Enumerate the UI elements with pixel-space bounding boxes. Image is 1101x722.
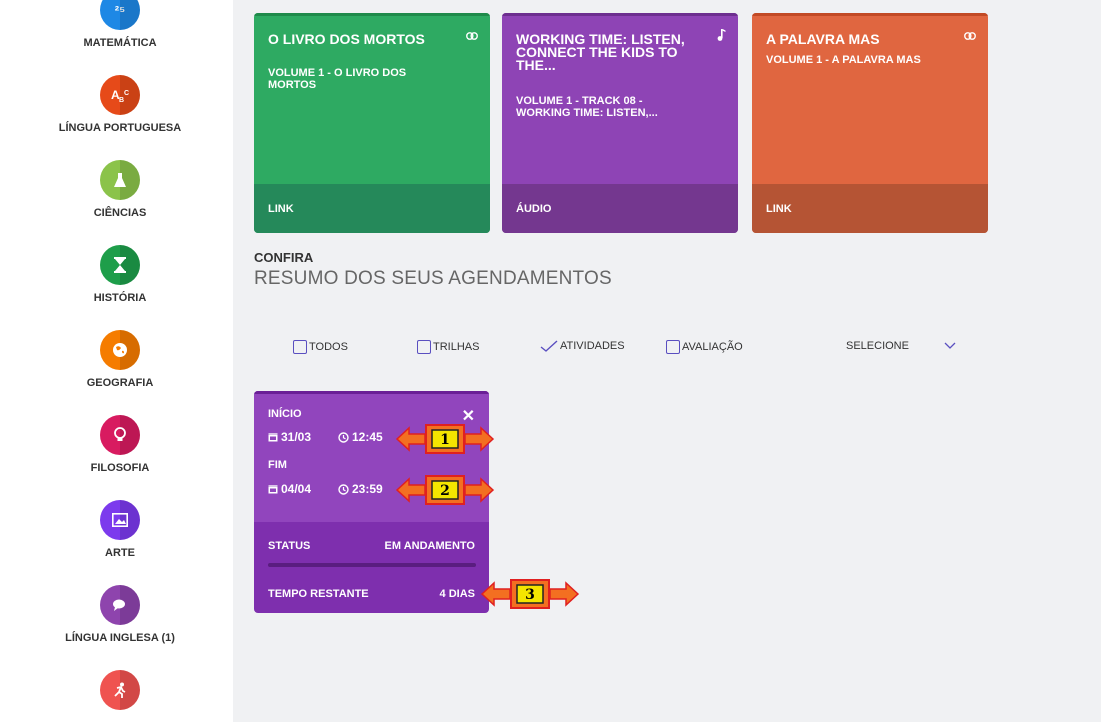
lightbulb-icon[interactable] xyxy=(100,415,140,455)
card-title: WORKING TIME: LISTEN, CONNECT THE KIDS T… xyxy=(516,31,685,73)
filter-todos[interactable]: TODOS xyxy=(293,340,348,354)
checkbox-todos[interactable] xyxy=(293,340,307,354)
checkbox-avaliacao[interactable] xyxy=(666,340,680,354)
sidebar-subject-4[interactable]: GEOGRAFIA xyxy=(7,330,233,389)
card-top-line xyxy=(254,13,490,16)
clock-icon xyxy=(338,483,349,495)
link-icon xyxy=(466,29,478,43)
card-top-line xyxy=(752,13,988,16)
card-subtitle: VOLUME 1 - O LIVRO DOS MORTOS xyxy=(268,67,407,91)
numbers-icon[interactable]: ²⁵ xyxy=(100,0,140,30)
checkbox-trilhas[interactable] xyxy=(417,340,431,354)
filter-trilhas[interactable]: TRILHAS xyxy=(417,340,479,354)
sidebar-subject-6[interactable]: ARTE xyxy=(7,500,233,559)
letters-icon[interactable]: ABC xyxy=(100,75,140,115)
section-kicker: CONFIRA xyxy=(254,250,314,265)
remaining-value: 4 DIAS xyxy=(439,588,475,600)
sidebar-subject-0[interactable]: ²⁵ MATEMÁTICA xyxy=(7,0,233,49)
section-title: RESUMO DOS SEUS AGENDAMENTOS xyxy=(254,268,612,289)
start-time: 12:45 xyxy=(338,430,383,444)
card-title: O LIVRO DOS MORTOS xyxy=(268,31,425,47)
card-subtitle: VOLUME 1 - A PALAVRA MAS xyxy=(766,54,921,66)
filter-trilhas-label: TRILHAS xyxy=(433,341,480,353)
left-margin xyxy=(0,0,7,722)
svg-text:B: B xyxy=(119,97,124,103)
end-label: FIM xyxy=(268,459,287,471)
start-time-value: 12:45 xyxy=(352,430,383,444)
sidebar-subject-label: LÍNGUA PORTUGUESA xyxy=(58,122,182,134)
card-top-line xyxy=(502,13,738,16)
status-progress-bar xyxy=(268,563,476,567)
start-date-value: 31/03 xyxy=(281,430,312,444)
svg-text:C: C xyxy=(124,90,129,97)
flask-icon[interactable] xyxy=(100,160,140,200)
chevron-down-icon xyxy=(944,342,956,350)
sidebar-subject-3[interactable]: HISTÓRIA xyxy=(7,245,233,304)
select-label: SELECIONE xyxy=(846,340,909,352)
sidebar-subject-label: GEOGRAFIA xyxy=(86,377,154,389)
content-card-a-palavra-mas[interactable]: A PALAVRA MAS VOLUME 1 - A PALAVRA MAS L… xyxy=(752,13,988,233)
card-type: LINK xyxy=(752,184,988,233)
chat-bubbles-icon[interactable] xyxy=(100,585,140,625)
card-type: ÁUDIO xyxy=(502,184,738,233)
sidebar-subject-1[interactable]: A B C LÍNGUA PORTUGUESA xyxy=(7,75,233,134)
checkmark-icon[interactable] xyxy=(540,340,558,352)
filter-todos-label: TODOS xyxy=(309,341,348,353)
calendar-icon xyxy=(268,484,278,494)
schedule-top-line xyxy=(254,391,489,394)
globe-icon[interactable] xyxy=(100,330,140,370)
running-person-icon[interactable] xyxy=(100,670,140,710)
sidebar-subject-label: CIÊNCIAS xyxy=(93,207,147,219)
callout-3-label: 3 xyxy=(525,587,535,603)
content-card-o-livro-dos-mortos[interactable]: O LIVRO DOS MORTOS VOLUME 1 - O LIVRO DO… xyxy=(254,13,490,233)
sidebar-subject-8[interactable] xyxy=(7,670,233,710)
sidebar-subject-label: HISTÓRIA xyxy=(93,292,147,304)
start-date: 31/03 xyxy=(268,430,311,444)
callout-2-label: 2 xyxy=(440,483,450,499)
callout-2: 2 xyxy=(395,475,495,505)
filter-avaliacao[interactable]: AVALIAÇÃO xyxy=(666,340,743,354)
end-date-value: 04/04 xyxy=(281,482,312,496)
clock-icon xyxy=(338,431,349,443)
card-type: LINK xyxy=(254,184,490,233)
content-card-working-time[interactable]: WORKING TIME: LISTEN, CONNECT THE KIDS T… xyxy=(502,13,738,233)
callout-3: 3 xyxy=(480,579,580,609)
hourglass-icon[interactable] xyxy=(100,245,140,285)
end-date: 04/04 xyxy=(268,482,311,496)
sidebar-subject-5[interactable]: FILOSOFIA xyxy=(7,415,233,474)
music-note-icon xyxy=(716,29,726,44)
sidebar-subject-label: FILOSOFIA xyxy=(90,462,150,474)
status-value: EM ANDAMENTO xyxy=(384,540,475,552)
filter-avaliacao-label: AVALIAÇÃO xyxy=(682,341,743,353)
start-label: INÍCIO xyxy=(268,408,302,420)
image-icon[interactable] xyxy=(100,500,140,540)
sidebar-subject-label: LÍNGUA INGLESA (1) xyxy=(65,632,175,644)
sidebar-subject-7[interactable]: LÍNGUA INGLESA (1) xyxy=(7,585,233,644)
sidebar-subject-label: MATEMÁTICA xyxy=(83,37,157,49)
end-time-value: 23:59 xyxy=(352,482,383,496)
link-icon xyxy=(964,29,976,43)
callout-1: 1 xyxy=(395,424,495,454)
filter-atividades[interactable]: ATIVIDADES xyxy=(540,340,625,352)
select-dropdown[interactable]: SELECIONE xyxy=(846,340,956,352)
card-title: A PALAVRA MAS xyxy=(766,31,880,47)
end-time: 23:59 xyxy=(338,482,383,496)
calendar-icon xyxy=(268,432,278,442)
callout-1-label: 1 xyxy=(440,432,450,448)
sidebar-subject-label: ARTE xyxy=(105,547,135,559)
status-label: STATUS xyxy=(268,540,311,552)
filter-atividades-label: ATIVIDADES xyxy=(560,340,625,352)
sidebar-subject-2[interactable]: CIÊNCIAS xyxy=(7,160,233,219)
card-subtitle: VOLUME 1 - TRACK 08 - WORKING TIME: LIST… xyxy=(516,95,658,119)
remaining-label: TEMPO RESTANTE xyxy=(268,588,369,600)
